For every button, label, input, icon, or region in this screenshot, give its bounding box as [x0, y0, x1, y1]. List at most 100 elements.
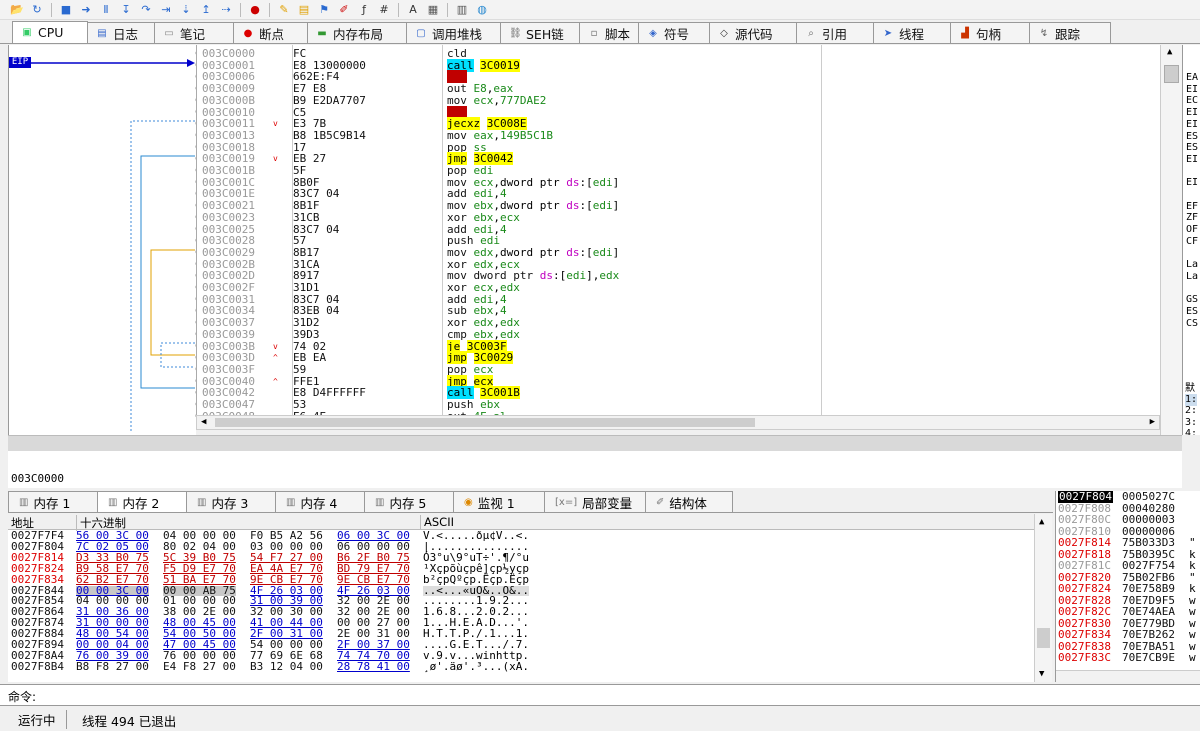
disasm-row[interactable]: 003C001E 83C7 04 add edi,4 — [197, 188, 1160, 200]
disasm-row[interactable]: 003C003D ^ EB EA jmp 3C0029 — [197, 351, 1160, 365]
tab-8[interactable]: ▫ 脚本 — [579, 22, 639, 43]
tab-10[interactable]: ◇ 源代码 — [709, 22, 797, 43]
stack-hscrollbar[interactable] — [1056, 670, 1200, 682]
stack-row[interactable]: 0027F824 70E758B9 k — [1056, 583, 1200, 595]
stack-row[interactable]: 0027F81C 0027F754 k — [1056, 560, 1200, 572]
font-icon[interactable]: A — [404, 2, 422, 18]
main-tab-bar: ▣ CPU ▤ 日志 ▭ 笔记 ● 断点 ▬ 内存布局 ▢ 调用堆栈 ⛓ SEH链 ▫ 脚本 ◈ 符号 ◇ 源代码 ⌕ 引… — [0, 21, 1200, 44]
disasm-row[interactable]: 003C0034 83EB 04 sub ebx,4 — [197, 305, 1160, 317]
disasm-row[interactable]: 003C001C 8B0F mov ecx,dword ptr ds:[edi] — [197, 176, 1160, 189]
disasm-row[interactable]: 003C0047 53 push ebx — [197, 399, 1160, 411]
disasm-row[interactable]: 003C0037 31D2 xor edx,edx — [197, 317, 1160, 329]
memory-tab-4[interactable]: ▥ 内存 4 — [275, 491, 365, 512]
disasm-row[interactable]: 003C0010 C5??? — [197, 105, 1160, 119]
disasm-row[interactable]: 003C001B 5F pop edi — [197, 165, 1160, 177]
disasm-row[interactable]: 003C002B 31CA xor edx,ecx — [197, 258, 1160, 271]
dump-row[interactable]: 0027F8B4 B8 F8 27 00 E4 F8 27 00 B3 12 04 0… — [8, 661, 1034, 673]
memory-tab-3[interactable]: ▥ 内存 3 — [186, 491, 276, 512]
tab-14[interactable]: ↯ 跟踪 — [1029, 22, 1111, 43]
disasm-row[interactable]: 003C0023 31CB xor ebx,ecx — [197, 211, 1160, 224]
memory-tab-6[interactable]: ◉ 监视 1 — [453, 491, 545, 512]
stop-icon[interactable]: ■ — [57, 2, 75, 18]
open-icon[interactable]: 📂 — [8, 2, 26, 18]
patch-icon[interactable]: ✐ — [335, 2, 353, 18]
function-icon[interactable]: ƒ — [355, 2, 373, 18]
trace-into-icon[interactable]: ⇥ — [157, 2, 175, 18]
stack-row[interactable]: 0027F814 75B033D3 " — [1056, 537, 1200, 549]
disasm-row[interactable]: 003C0031 83C7 04 add edi,4 — [197, 293, 1160, 306]
stack-row[interactable]: 0027F80C 00000003 — [1056, 514, 1200, 526]
disassembly-view[interactable]: 003C0000 FC cld 003C0001 E8 13000000 call 3C0… — [196, 45, 1160, 415]
scroll-right-icon[interactable]: ▶ — [1150, 417, 1155, 427]
hscroll-thumb[interactable] — [215, 418, 755, 427]
disasm-row[interactable]: 003C003B v 74 02 je 3C003F — [197, 339, 1160, 353]
stack-view[interactable]: 0027F804 0005027C 0027F808 00040280 0027F80C… — [1055, 491, 1200, 682]
command-input[interactable] — [50, 686, 1198, 704]
calculator-icon[interactable]: ▦ — [424, 2, 442, 18]
step-into-icon[interactable]: ↧ — [117, 2, 135, 18]
stack-row[interactable]: 0027F804 0005027C — [1056, 491, 1200, 503]
memory-map-icon: ▬ — [317, 27, 327, 39]
disasm-row[interactable]: 003C0042 E8 D4FFFFFF call 3C001B — [197, 386, 1160, 400]
run-icon[interactable]: ➜ — [77, 2, 95, 18]
run-to-user-code-icon[interactable]: ⇢ — [217, 2, 235, 18]
pause-icon[interactable]: Ⅱ — [97, 2, 115, 18]
memory-tab-1[interactable]: ▥ 内存 1 — [8, 491, 98, 512]
dump-vscroll-thumb[interactable] — [1037, 628, 1050, 648]
tab-13[interactable]: ▟ 句柄 — [950, 22, 1030, 43]
comment-icon[interactable]: ✎ — [275, 2, 293, 18]
disassembly-vscrollbar[interactable]: ▲ — [1160, 45, 1182, 435]
tab-6[interactable]: ▢ 调用堆栈 — [406, 22, 501, 43]
tab-7[interactable]: ⛓ SEH链 — [500, 22, 580, 43]
disasm-row[interactable]: 003C000B B9 E2DA7707 mov ecx,777DAE2 — [197, 93, 1160, 107]
tab-9[interactable]: ◈ 符号 — [638, 22, 710, 43]
execute-till-return-icon[interactable]: ↥ — [197, 2, 215, 18]
disasm-row[interactable]: 003C0000 FC cld — [197, 48, 1160, 60]
scroll-up-icon[interactable]: ▲ — [1039, 517, 1044, 527]
disasm-row[interactable]: 003C0019 v EB 27 jmp 3C0042 — [197, 152, 1160, 166]
label-icon[interactable]: ▤ — [295, 2, 313, 18]
tab-12[interactable]: ➤ 线程 — [873, 22, 951, 43]
tab-2[interactable]: ▤ 日志 — [87, 22, 155, 43]
disasm-row[interactable]: 003C0029 8B17 mov edx,dword ptr ds:[edi] — [197, 247, 1160, 259]
memory-tab-7[interactable]: [x=] 局部变量 — [544, 491, 646, 512]
disasm-row[interactable]: 003C0018 17 pop ss — [197, 141, 1160, 154]
tab-1[interactable]: ▣ CPU — [12, 21, 88, 43]
disasm-row[interactable]: 003C003F 59 pop ecx — [197, 364, 1160, 376]
disasm-row[interactable]: 003C0001 E8 13000000 call 3C0019 — [197, 58, 1160, 72]
trace-over-icon[interactable]: ⇣ — [177, 2, 195, 18]
hash-icon[interactable]: # — [375, 2, 393, 18]
vscroll-thumb[interactable] — [1164, 65, 1179, 83]
tab-5[interactable]: ▬ 内存布局 — [307, 22, 407, 43]
globe-icon[interactable]: ◍ — [473, 2, 491, 18]
disasm-row[interactable]: 003C0025 83C7 04 add edi,4 — [197, 223, 1160, 236]
scroll-up-icon[interactable]: ▲ — [1167, 47, 1172, 57]
disasm-row[interactable]: 003C0013 B8 1B5C9B14 mov eax,149B5C1B — [197, 130, 1160, 142]
scroll-down-icon[interactable]: ▼ — [1039, 669, 1044, 679]
instruction-token: mov — [447, 93, 474, 107]
dump-vscrollbar[interactable]: ▲ ▼ — [1034, 514, 1052, 682]
memory-tab-8[interactable]: ✐ 结构体 — [645, 491, 733, 512]
disasm-row[interactable]: 003C002F 31D1 xor ecx,edx — [197, 282, 1160, 294]
stack-row[interactable]: 0027F83C 70E7CB9E w — [1056, 652, 1200, 664]
tab-11[interactable]: ⌕ 引用 — [796, 22, 874, 43]
memory-tab-2[interactable]: ▥ 内存 2 — [97, 491, 187, 512]
disasm-row[interactable]: 003C0021 8B1F mov ebx,dword ptr ds:[edi] — [197, 200, 1160, 212]
stack-row[interactable]: 0027F834 70E7B262 w — [1056, 629, 1200, 641]
disasm-row[interactable]: 003C0006 662E:F4 hlt — [197, 70, 1160, 84]
disassembly-hscrollbar[interactable]: ◀ ▶ — [196, 415, 1160, 430]
memory-dump-view[interactable]: 地址 十六进制 ASCII 0027F7F4 56 00 3C 00 04 00 0… — [8, 514, 1034, 682]
restart-icon[interactable]: ↻ — [28, 2, 46, 18]
bookmark-icon[interactable]: ⚑ — [315, 2, 333, 18]
scroll-left-icon[interactable]: ◀ — [201, 417, 206, 427]
disasm-row[interactable]: 003C002D 8917 mov dword ptr ds:[edi],edx — [197, 270, 1160, 282]
memory-map-icon[interactable]: ▥ — [453, 2, 471, 18]
disasm-row[interactable]: 003C0039 39D3 cmp ebx,edx — [197, 328, 1160, 341]
tab-4[interactable]: ● 断点 — [233, 22, 308, 43]
breakpoint-icon[interactable]: ● — [246, 2, 264, 18]
tab-3[interactable]: ▭ 笔记 — [154, 22, 234, 43]
disasm-row[interactable]: 003C0028 57 push edi — [197, 235, 1160, 247]
stack-row[interactable]: 0027F82C 70E74AEA w — [1056, 606, 1200, 618]
memory-tab-5[interactable]: ▥ 内存 5 — [364, 491, 454, 512]
step-over-icon[interactable]: ↷ — [137, 2, 155, 18]
